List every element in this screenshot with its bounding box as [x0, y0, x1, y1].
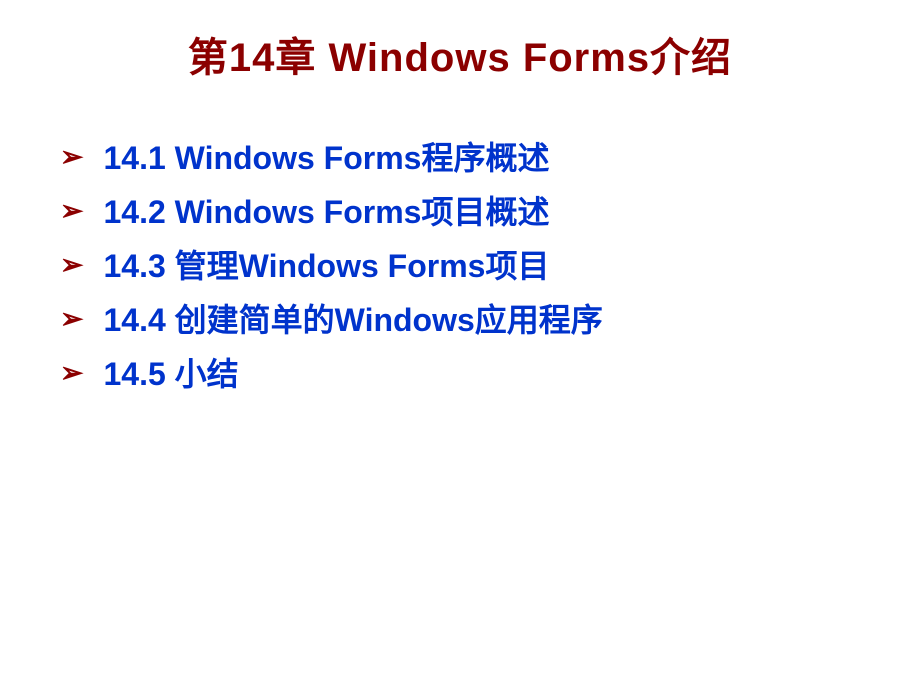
item-text: 14.2 Windows Forms项目概述 — [103, 187, 549, 233]
item-text: 14.5 小结 — [103, 349, 238, 395]
slide-container: 第14章 Windows Forms介绍 ➢ 14.1 Windows Form… — [0, 0, 920, 690]
item-text: 14.1 Windows Forms程序概述 — [103, 133, 549, 179]
list-item: ➢ 14.2 Windows Forms项目概述 — [60, 187, 920, 233]
bullet-icon: ➢ — [60, 248, 83, 281]
list-item: ➢ 14.3 管理Windows Forms项目 — [60, 241, 920, 287]
bullet-icon: ➢ — [60, 302, 83, 335]
slide-title: 第14章 Windows Forms介绍 — [0, 25, 920, 83]
bullet-icon: ➢ — [60, 356, 83, 389]
list-item: ➢ 14.1 Windows Forms程序概述 — [60, 133, 920, 179]
content-list: ➢ 14.1 Windows Forms程序概述 ➢ 14.2 Windows … — [0, 133, 920, 395]
list-item: ➢ 14.4 创建简单的Windows应用程序 — [60, 295, 920, 341]
bullet-icon: ➢ — [60, 140, 83, 173]
bullet-icon: ➢ — [60, 194, 83, 227]
item-text: 14.3 管理Windows Forms项目 — [103, 241, 549, 287]
item-text: 14.4 创建简单的Windows应用程序 — [103, 295, 602, 341]
list-item: ➢ 14.5 小结 — [60, 349, 920, 395]
